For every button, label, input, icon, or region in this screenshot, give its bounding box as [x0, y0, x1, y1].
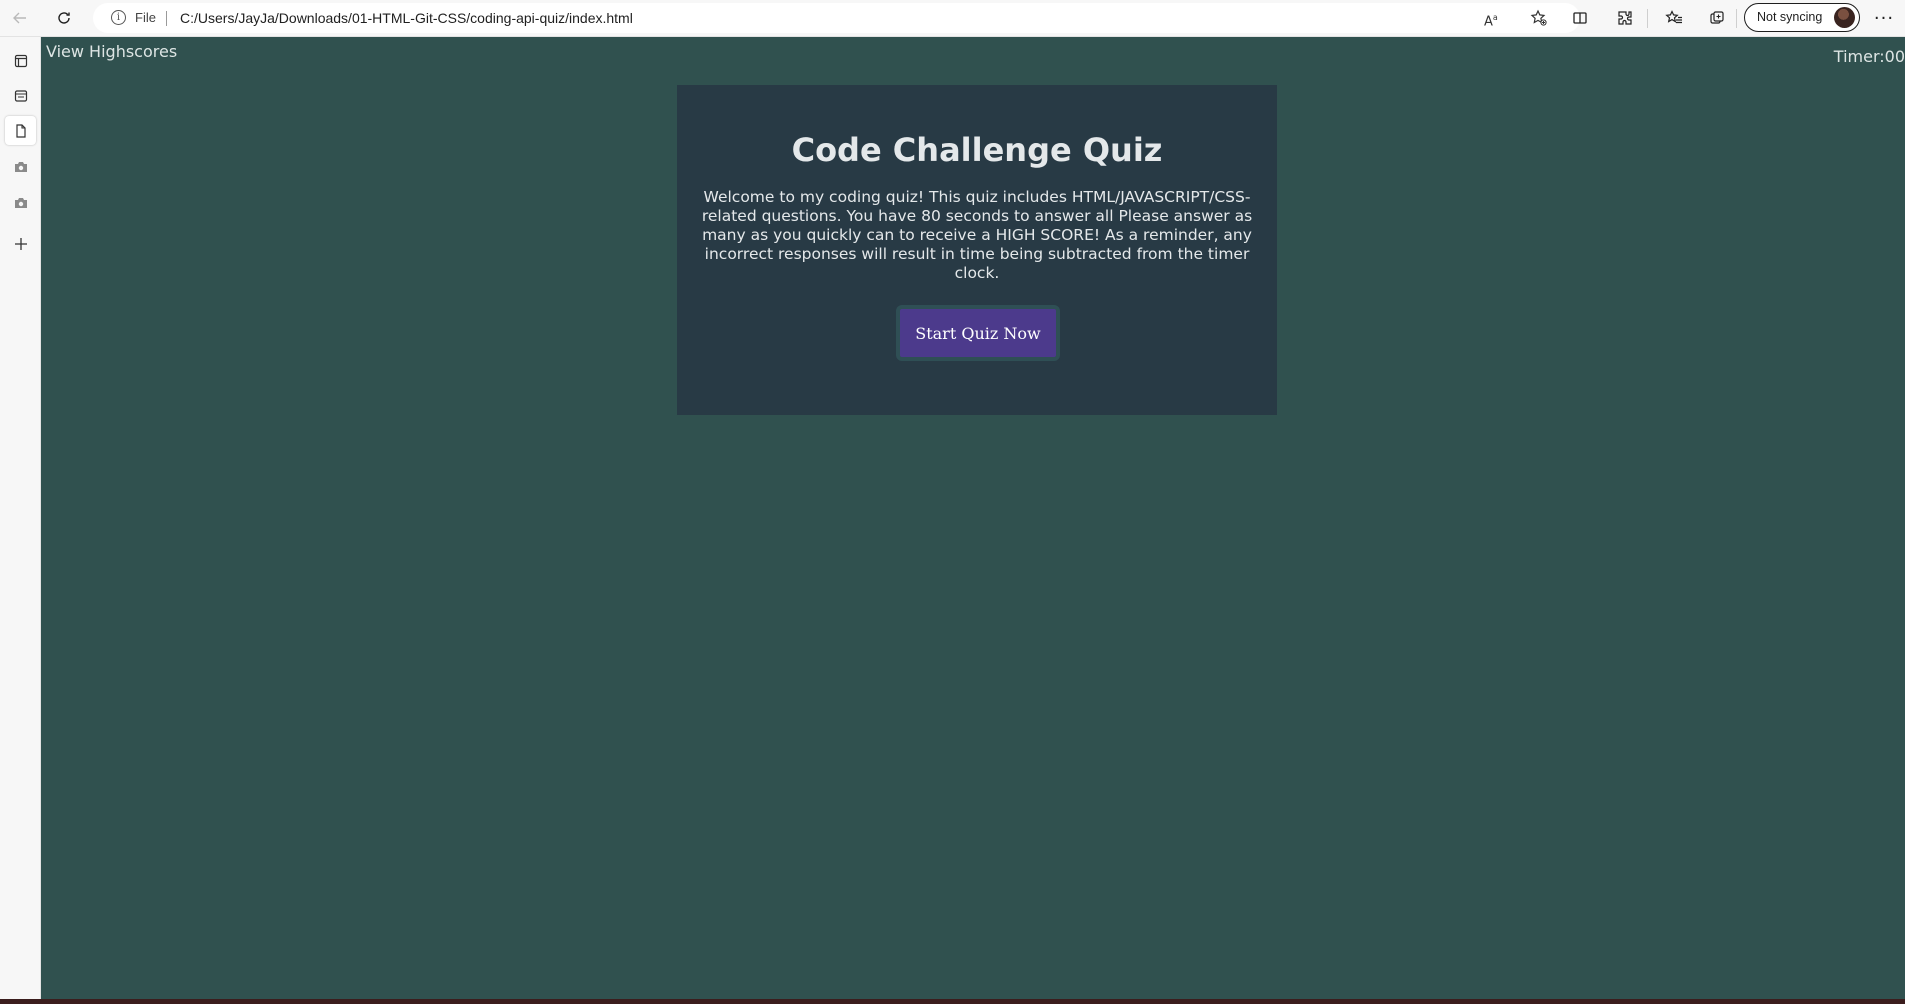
timer: Timer:00 — [1834, 47, 1905, 66]
tab-icon[interactable] — [5, 81, 36, 110]
quiz-description: Welcome to my coding quiz! This quiz inc… — [701, 188, 1253, 282]
avatar — [1834, 7, 1855, 28]
scheme-label: File — [135, 10, 156, 25]
browser-toolbar: i File C:/Users/JayJa/Downloads/01-HTML-… — [0, 0, 1905, 37]
back-arrow-icon[interactable] — [6, 5, 34, 31]
camera-icon[interactable] — [5, 152, 36, 181]
add-favorite-icon[interactable] — [1530, 9, 1548, 31]
active-tab-file-icon[interactable] — [5, 116, 36, 145]
read-aloud-icon[interactable]: Aa — [1484, 9, 1498, 31]
vertical-tabs-sidebar — [0, 37, 41, 1004]
more-options-icon[interactable]: ··· — [1870, 6, 1898, 30]
address-bar[interactable]: i File C:/Users/JayJa/Downloads/01-HTML-… — [93, 3, 1580, 33]
camera-icon[interactable] — [5, 188, 36, 217]
collections-icon[interactable] — [1704, 6, 1730, 30]
toolbar-divider — [1647, 9, 1648, 28]
timer-label: Timer: — [1833, 47, 1885, 66]
extensions-icon[interactable] — [1612, 6, 1638, 30]
quiz-title: Code Challenge Quiz — [791, 131, 1163, 169]
page-viewport: View Highscores Timer:00 Code Challenge … — [41, 37, 1905, 999]
toolbar-divider — [1736, 9, 1737, 28]
new-tab-plus-icon[interactable] — [5, 229, 36, 258]
refresh-icon[interactable] — [50, 5, 78, 31]
start-quiz-button[interactable]: Start Quiz Now — [896, 305, 1060, 361]
split-screen-icon[interactable] — [1567, 6, 1593, 30]
timer-value: 00 — [1884, 47, 1905, 66]
url-input[interactable]: C:/Users/JayJa/Downloads/01-HTML-Git-CSS… — [180, 10, 633, 26]
sync-status-label: Not syncing — [1757, 10, 1823, 24]
taskbar-edge — [0, 999, 1905, 1004]
tab-actions-icon[interactable] — [5, 46, 36, 75]
profile-button[interactable]: Not syncing — [1744, 3, 1860, 32]
quiz-intro-card: Code Challenge Quiz Welcome to my coding… — [677, 85, 1277, 415]
favorites-icon[interactable] — [1661, 6, 1687, 30]
address-separator — [166, 11, 167, 26]
view-highscores-link[interactable]: View Highscores — [46, 42, 177, 61]
info-icon[interactable]: i — [111, 10, 126, 25]
